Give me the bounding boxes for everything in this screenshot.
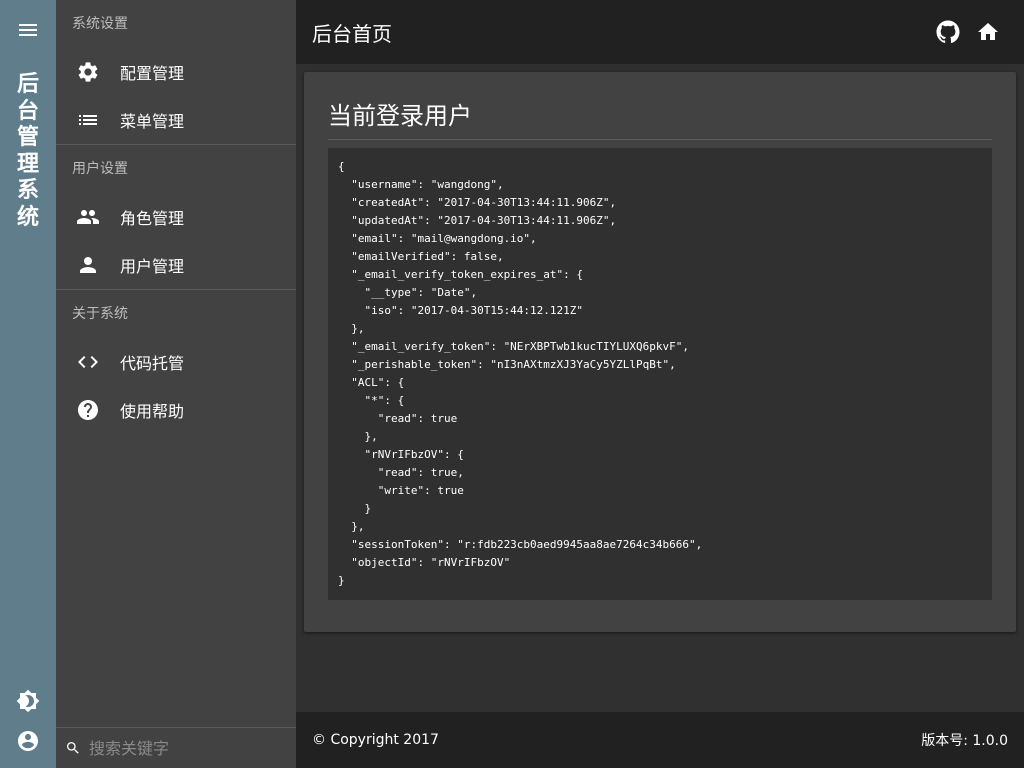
nav-item-label: 角色管理	[120, 209, 185, 228]
nav-item-code-hosting[interactable]: 代码托管	[56, 338, 296, 386]
nav-section-header: 关于系统	[72, 306, 128, 322]
nav-item-config[interactable]: 配置管理	[56, 48, 296, 96]
search-bar	[56, 727, 296, 768]
current-user-card: 当前登录用户 { "username": "wangdong", "create…	[304, 72, 1016, 632]
top-app-bar: 后台首页	[296, 0, 1024, 64]
nav-section-header: 用户设置	[72, 161, 128, 177]
app-title-char: 理	[16, 151, 39, 177]
group-icon	[76, 205, 100, 229]
nav-item-help[interactable]: 使用帮助	[56, 386, 296, 434]
gear-icon	[76, 60, 100, 84]
code-icon	[76, 350, 100, 374]
card-title: 当前登录用户	[328, 102, 472, 130]
nav-drawer: 系统设置 配置管理 菜单管理 用户设置 角色管理 用户管理 关于系统 代码托管	[56, 0, 296, 768]
app-title-char: 系	[16, 178, 39, 203]
nav-item-label: 菜单管理	[120, 112, 185, 131]
nav-item-users[interactable]: 用户管理	[56, 241, 296, 289]
app-rail: 后 台 管 理 系 统	[0, 0, 56, 768]
search-input[interactable]	[89, 738, 289, 758]
help-icon	[76, 398, 100, 422]
version-text: 版本号: 1.0.0	[921, 733, 1008, 749]
nav-item-label: 用户管理	[120, 257, 185, 276]
app-title: 后 台 管 理 系 统	[0, 72, 56, 231]
copyright-text: © Copyright 2017	[312, 732, 439, 748]
nav-section-header: 系统设置	[72, 16, 128, 32]
github-icon[interactable]	[936, 20, 960, 44]
app-title-char: 台	[16, 98, 39, 124]
person-icon	[76, 253, 100, 277]
brightness-icon[interactable]	[16, 689, 40, 713]
app-title-char: 管	[16, 125, 39, 150]
page-title: 后台首页	[312, 21, 392, 46]
card-divider	[328, 139, 992, 140]
footer: © Copyright 2017 版本号: 1.0.0	[296, 712, 1024, 768]
nav-item-label: 使用帮助	[120, 402, 185, 421]
home-icon[interactable]	[976, 20, 1000, 44]
topbar-actions	[920, 20, 1000, 44]
menu-icon[interactable]	[16, 18, 40, 42]
nav-item-label: 代码托管	[120, 354, 185, 373]
nav-item-label: 配置管理	[120, 64, 185, 83]
list-icon	[76, 108, 100, 132]
app-title-char: 统	[16, 204, 39, 230]
nav-item-menu[interactable]: 菜单管理	[56, 96, 296, 144]
search-icon	[65, 740, 81, 756]
account-circle-icon[interactable]	[16, 729, 40, 753]
user-json-code-block: { "username": "wangdong", "createdAt": "…	[328, 148, 992, 600]
app-title-char: 后	[16, 72, 39, 97]
nav-item-roles[interactable]: 角色管理	[56, 193, 296, 241]
